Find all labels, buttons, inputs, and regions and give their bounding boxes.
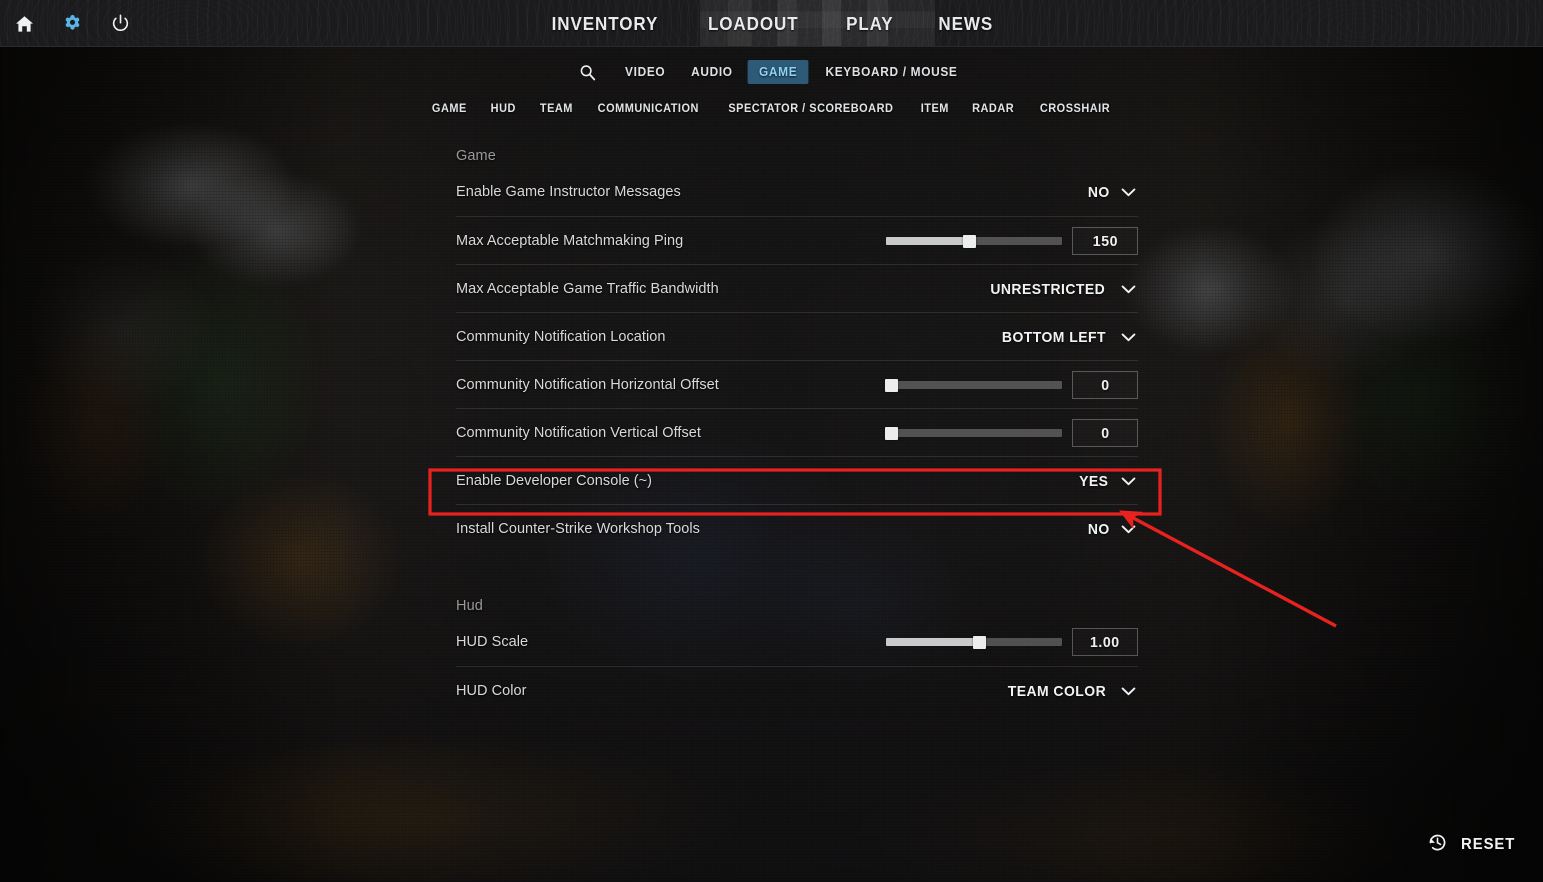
setting-label: HUD Color bbox=[456, 682, 527, 699]
value-text: 0 bbox=[1100, 376, 1110, 394]
setting-row-max-acceptable-matchmaking-ping: Max Acceptable Matchmaking Ping 150 bbox=[456, 216, 1138, 264]
value-input-community-notification-vertical-offset[interactable]: 0 bbox=[1072, 419, 1138, 447]
subtab-team[interactable]: TEAM bbox=[529, 100, 583, 118]
value-text: 1.00 bbox=[1090, 633, 1120, 651]
dropdown-hud-color[interactable]: TEAM COLOR bbox=[998, 680, 1138, 703]
reset-label: RESET bbox=[1460, 836, 1515, 853]
setting-control: BOTTOM LEFT bbox=[992, 313, 1138, 361]
topbar-link-group: INVENTORY LOADOUT PLAY NEWS bbox=[0, 0, 1543, 46]
dropdown-value: YES bbox=[1079, 472, 1109, 490]
nav-link-news[interactable]: NEWS bbox=[939, 13, 994, 35]
setting-control: NO bbox=[1081, 505, 1139, 553]
value-input-hud-scale[interactable]: 1.00 bbox=[1072, 628, 1138, 656]
setting-label: Community Notification Location bbox=[456, 328, 666, 345]
reset-button[interactable]: RESET bbox=[1423, 826, 1521, 864]
dropdown-value: NO bbox=[1087, 520, 1110, 538]
setting-label: Install Counter-Strike Workshop Tools bbox=[456, 520, 700, 537]
settings-panel: Game Enable Game Instructor Messages NO Max… bbox=[456, 140, 1138, 714]
value-text: 0 bbox=[1100, 424, 1110, 442]
value-input-max-acceptable-matchmaking-ping[interactable]: 150 bbox=[1072, 227, 1138, 255]
setting-control: YES bbox=[1072, 457, 1138, 505]
slider-handle[interactable] bbox=[885, 379, 899, 392]
setting-control: 0 bbox=[885, 409, 1138, 457]
setting-label: HUD Scale bbox=[456, 634, 529, 650]
slider-max-acceptable-matchmaking-ping[interactable] bbox=[886, 217, 1062, 265]
chevron-down-icon bbox=[1121, 524, 1136, 534]
dropdown-max-acceptable-game-traffic-bandwidth[interactable]: UNRESTRICTED bbox=[980, 278, 1138, 301]
subtab-item[interactable]: ITEM bbox=[910, 100, 959, 118]
slider-hud-scale[interactable] bbox=[886, 618, 1062, 666]
setting-control: 0 bbox=[885, 361, 1138, 409]
subtab-hud[interactable]: HUD bbox=[480, 100, 526, 118]
slider-track[interactable] bbox=[886, 235, 1062, 248]
setting-control: 150 bbox=[886, 217, 1138, 265]
slider-handle[interactable] bbox=[885, 427, 899, 440]
dropdown-enable-game-instructor-messages[interactable]: NO bbox=[1081, 181, 1139, 204]
setting-row-community-notification-horizontal-offset: Community Notification Horizontal Offset… bbox=[456, 360, 1138, 408]
slider-fill bbox=[886, 638, 980, 646]
dropdown-value: BOTTOM LEFT bbox=[1002, 328, 1107, 346]
slider-handle[interactable] bbox=[962, 235, 976, 248]
search-icon[interactable] bbox=[570, 59, 606, 85]
setting-row-enable-game-instructor-messages: Enable Game Instructor Messages NO bbox=[456, 168, 1138, 216]
setting-label: Enable Game Instructor Messages bbox=[456, 184, 681, 200]
chevron-down-icon bbox=[1121, 686, 1136, 696]
setting-label: Max Acceptable Matchmaking Ping bbox=[456, 232, 684, 249]
setting-label: Enable Developer Console (~) bbox=[456, 472, 653, 489]
slider-track[interactable] bbox=[886, 636, 1062, 649]
setting-row-max-acceptable-game-traffic-bandwidth: Max Acceptable Game Traffic Bandwidth UNR… bbox=[456, 264, 1138, 312]
setting-row-community-notification-vertical-offset: Community Notification Vertical Offset 0 bbox=[456, 408, 1138, 456]
slider-handle[interactable] bbox=[973, 636, 987, 649]
setting-control: TEAM COLOR bbox=[998, 667, 1138, 715]
setting-row-install-counter-strike-workshop-tools: Install Counter-Strike Workshop Tools NO bbox=[456, 504, 1138, 552]
tab-video[interactable]: VIDEO bbox=[613, 60, 676, 84]
setting-row-hud-color: HUD Color TEAM COLOR bbox=[456, 666, 1138, 714]
setting-label: Community Notification Horizontal Offset bbox=[456, 376, 719, 393]
value-text: 150 bbox=[1092, 232, 1118, 250]
slider-fill bbox=[886, 237, 969, 245]
chevron-down-icon bbox=[1121, 332, 1136, 342]
chevron-down-icon bbox=[1121, 187, 1136, 197]
setting-row-community-notification-location: Community Notification Location BOTTOM LE… bbox=[456, 312, 1138, 360]
setting-label: Max Acceptable Game Traffic Bandwidth bbox=[456, 280, 719, 297]
slider-community-notification-vertical-offset[interactable] bbox=[885, 409, 1062, 457]
subtab-radar[interactable]: RADAR bbox=[962, 100, 1025, 118]
setting-label: Community Notification Vertical Offset bbox=[456, 424, 702, 441]
slider-community-notification-horizontal-offset[interactable] bbox=[885, 361, 1062, 409]
setting-control: NO bbox=[1081, 168, 1139, 216]
slider-track[interactable] bbox=[885, 379, 1062, 392]
nav-link-inventory[interactable]: INVENTORY bbox=[552, 13, 659, 35]
top-navigation-bar: INVENTORY LOADOUT PLAY NEWS bbox=[0, 0, 1543, 47]
subtab-game[interactable]: GAME bbox=[422, 100, 478, 118]
value-input-community-notification-horizontal-offset[interactable]: 0 bbox=[1072, 371, 1138, 399]
setting-row-hud-scale: HUD Scale 1.00 bbox=[456, 618, 1138, 666]
section-title: Hud bbox=[456, 598, 483, 614]
tab-audio[interactable]: AUDIO bbox=[680, 60, 744, 84]
history-reset-icon bbox=[1427, 832, 1448, 858]
tab-game[interactable]: GAME bbox=[747, 60, 809, 84]
dropdown-value: NO bbox=[1087, 183, 1110, 201]
nav-link-loadout[interactable]: LOADOUT bbox=[708, 13, 799, 35]
chevron-down-icon bbox=[1121, 284, 1136, 294]
subtab-spectator-scoreboard[interactable]: SPECTATOR / SCOREBOARD bbox=[718, 100, 904, 118]
dropdown-value: TEAM COLOR bbox=[1007, 682, 1107, 700]
settings-category-tabs: VIDEO AUDIO GAME KEYBOARD / MOUSE bbox=[0, 58, 1543, 86]
dropdown-value: UNRESTRICTED bbox=[990, 280, 1106, 298]
chevron-down-icon bbox=[1121, 476, 1136, 486]
nav-link-play[interactable]: PLAY bbox=[846, 13, 894, 35]
setting-control: 1.00 bbox=[886, 618, 1138, 666]
tab-keyboard-mouse[interactable]: KEYBOARD / MOUSE bbox=[814, 60, 969, 84]
slider-track[interactable] bbox=[885, 427, 1062, 440]
dropdown-enable-developer-console[interactable]: YES bbox=[1072, 470, 1138, 493]
settings-sub-tabs: GAME HUD TEAM COMMUNICATION SPECTATOR / … bbox=[0, 98, 1543, 120]
setting-control: UNRESTRICTED bbox=[980, 265, 1138, 313]
subtab-communication[interactable]: COMMUNICATION bbox=[588, 100, 710, 118]
subtab-crosshair[interactable]: CROSSHAIR bbox=[1029, 100, 1120, 118]
dropdown-install-counter-strike-workshop-tools[interactable]: NO bbox=[1081, 518, 1139, 541]
dropdown-community-notification-location[interactable]: BOTTOM LEFT bbox=[992, 326, 1138, 349]
section-title: Game bbox=[456, 148, 496, 164]
cs2-settings-screen: INVENTORY LOADOUT PLAY NEWS VIDEO AUDIO … bbox=[0, 0, 1543, 882]
setting-row-enable-developer-console: Enable Developer Console (~) YES bbox=[456, 456, 1138, 504]
